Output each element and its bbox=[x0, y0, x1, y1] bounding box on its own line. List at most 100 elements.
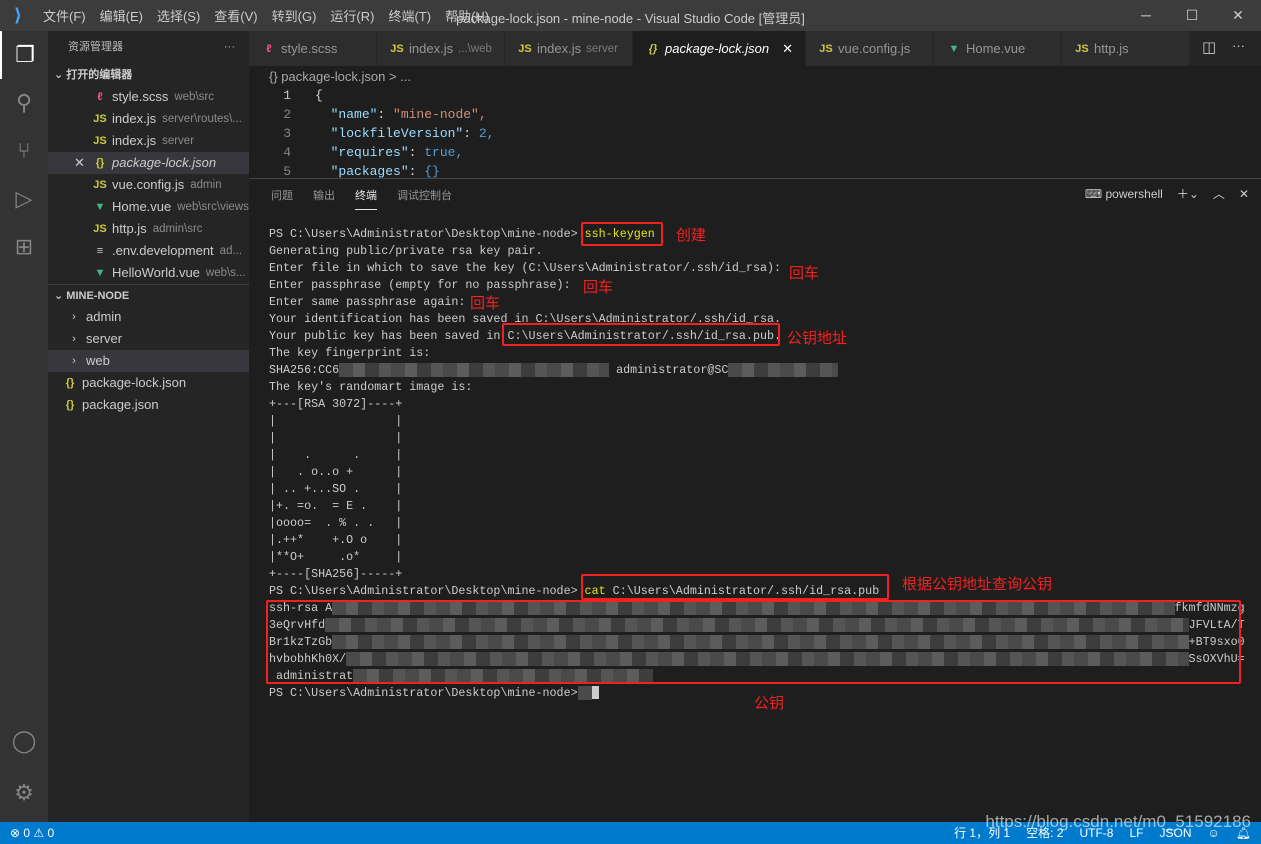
terminal-line: |.++* +.O o | bbox=[269, 533, 403, 547]
code-editor[interactable]: 1{2 "name": "mine-node", 3 "lockfileVersi… bbox=[249, 86, 1261, 178]
terminal-line: Enter passphrase (empty for no passphras… bbox=[269, 278, 571, 292]
more-actions-button[interactable]: ··· bbox=[224, 31, 235, 64]
json-file-icon: {} bbox=[65, 399, 75, 411]
tree-item[interactable]: › web bbox=[48, 350, 249, 372]
vue-file-icon: ▼ bbox=[948, 42, 960, 55]
json-file-icon: {} bbox=[95, 157, 105, 169]
more-actions-icon[interactable]: ··· bbox=[1232, 38, 1245, 53]
editor-tab[interactable]: JS index.js server bbox=[505, 31, 633, 66]
js-file-icon: JS bbox=[93, 135, 107, 147]
menu-bar: 文件(F) 编辑(E) 选择(S) 查看(V) 转到(G) 运行(R) 终端(T) 帮助(H) bbox=[36, 6, 496, 25]
json-file-icon: {} bbox=[65, 377, 75, 389]
terminal-shell-selector[interactable]: ⌨ powershell bbox=[1085, 187, 1163, 201]
tree-item[interactable]: {} package.json bbox=[48, 394, 249, 416]
panel-tab[interactable]: 问题 bbox=[271, 181, 293, 209]
vue-file-icon: ▼ bbox=[94, 267, 106, 279]
open-editor-item[interactable]: JS http.js admin\src bbox=[48, 218, 249, 240]
terminal-line: | . . | bbox=[269, 448, 403, 462]
activity-bar: ❐ ⚲ ⑂ ▷ ⊞ ◯ ⚙ bbox=[0, 31, 48, 822]
run-debug-icon[interactable]: ▷ bbox=[0, 175, 48, 223]
terminal-line: Enter same passphrase again: bbox=[269, 295, 466, 309]
problems-indicator[interactable]: ⊗ 0 ⚠ 0 bbox=[10, 822, 54, 844]
terminal-line: PS C:\Users\Administrator\Desktop\mine-n… bbox=[269, 227, 655, 241]
editor-tab[interactable]: {} package-lock.json ✕ bbox=[633, 31, 806, 66]
editor-tab[interactable]: JS vue.config.js bbox=[805, 31, 934, 66]
code-line: 1{ bbox=[283, 88, 323, 103]
menu-item[interactable]: 帮助(H) bbox=[438, 6, 496, 25]
open-editors-header[interactable]: ⌄ 打开的编辑器 bbox=[48, 64, 249, 86]
panel-tab[interactable]: 输出 bbox=[313, 181, 335, 209]
vue-file-icon: ▼ bbox=[94, 201, 106, 213]
editor-tab[interactable]: ℓ style.scss bbox=[249, 31, 377, 66]
terminal-line: | | bbox=[269, 414, 403, 428]
terminal-line: SHA256:CC6 administrator@SC bbox=[269, 362, 1245, 379]
menu-item[interactable]: 运行(R) bbox=[323, 6, 381, 25]
extensions-icon[interactable]: ⊞ bbox=[0, 223, 48, 271]
close-window-button[interactable]: ✕ bbox=[1215, 0, 1261, 31]
source-control-icon[interactable]: ⑂ bbox=[0, 127, 48, 175]
open-editor-item[interactable]: ▼ HelloWorld.vue web\s... bbox=[48, 262, 249, 284]
annotation-enter: 回车 bbox=[583, 279, 614, 296]
project-header[interactable]: ⌄ MINE-NODE bbox=[48, 284, 249, 306]
close-panel-icon[interactable]: ✕ bbox=[1239, 187, 1249, 201]
js-file-icon: JS bbox=[390, 42, 404, 55]
explorer-title: 资源管理器 bbox=[68, 41, 123, 53]
terminal-line: The key's randomart image is: bbox=[269, 380, 473, 394]
code-line: 5 "packages": {} bbox=[283, 164, 440, 178]
breadcrumb[interactable]: {} package-lock.json > ... bbox=[249, 66, 411, 88]
terminal-line: | .. +...SO . | bbox=[269, 482, 403, 496]
panel-tab[interactable]: 调试控制台 bbox=[397, 181, 452, 209]
menu-item[interactable]: 文件(F) bbox=[36, 6, 93, 25]
new-terminal-icon[interactable]: ＋⌄ bbox=[1177, 185, 1199, 202]
maximize-panel-icon[interactable]: ︿ bbox=[1213, 185, 1225, 202]
menu-item[interactable]: 查看(V) bbox=[207, 6, 264, 25]
annotation-pubkey-path: 公钥地址 bbox=[787, 330, 848, 347]
annotation-query: 根据公钥地址查询公钥 bbox=[902, 576, 1053, 593]
editor-tab[interactable]: JS http.js bbox=[1061, 31, 1190, 66]
redacted-block bbox=[339, 362, 610, 377]
menu-item[interactable]: 终端(T) bbox=[381, 6, 438, 25]
chevron-right-icon: › bbox=[72, 333, 76, 345]
redacted-block bbox=[728, 362, 839, 377]
account-icon[interactable]: ◯ bbox=[0, 717, 48, 765]
code-line: 4 "requires": true, bbox=[283, 145, 464, 160]
annotation-enter: 回车 bbox=[470, 295, 501, 312]
tree-item[interactable]: › server bbox=[48, 328, 249, 350]
search-icon[interactable]: ⚲ bbox=[0, 79, 48, 127]
menu-item[interactable]: 编辑(E) bbox=[93, 6, 150, 25]
redacted-block bbox=[577, 685, 592, 700]
code-line: 2 "name": "mine-node", bbox=[283, 107, 487, 122]
open-editor-item[interactable]: ≡ .env.development ad... bbox=[48, 240, 249, 262]
settings-gear-icon[interactable]: ⚙ bbox=[0, 769, 48, 817]
editor-tab[interactable]: JS index.js ...\web bbox=[377, 31, 505, 66]
editor-tab[interactable]: ▼ Home.vue bbox=[933, 31, 1062, 66]
maximize-button[interactable]: ☐ bbox=[1169, 0, 1215, 31]
terminal-line: | | bbox=[269, 431, 403, 445]
open-editor-item[interactable]: JS index.js server bbox=[48, 130, 249, 152]
terminal-cursor bbox=[591, 686, 599, 700]
annotation-box-pubkey-path bbox=[502, 323, 780, 346]
files-icon[interactable]: ❐ bbox=[0, 31, 48, 79]
json-file-icon: {} bbox=[648, 42, 658, 55]
close-tab-icon[interactable]: ✕ bbox=[782, 41, 793, 57]
js-file-icon: JS bbox=[93, 223, 107, 235]
menu-item[interactable]: 转到(G) bbox=[265, 6, 324, 25]
open-editor-item[interactable]: ℓ style.scss web\src bbox=[48, 86, 249, 108]
terminal-line: |oooo= . % . . | bbox=[269, 516, 403, 530]
tree-item[interactable]: {} package-lock.json bbox=[48, 372, 249, 394]
js-file-icon: JS bbox=[1075, 42, 1089, 55]
split-editor-icon[interactable]: ◫ bbox=[1202, 38, 1216, 56]
menu-item[interactable]: 选择(S) bbox=[150, 6, 207, 25]
minimize-button[interactable]: ─ bbox=[1123, 0, 1169, 31]
panel-tab[interactable]: 终端 bbox=[355, 181, 377, 210]
tree-item[interactable]: › admin bbox=[48, 306, 249, 328]
open-editor-item[interactable]: JS index.js server\routes\... bbox=[48, 108, 249, 130]
open-editor-item[interactable]: ▼ Home.vue web\src\views bbox=[48, 196, 249, 218]
watermark: https://blog.csdn.net/m0_51592186 bbox=[985, 812, 1251, 831]
open-editor-item[interactable]: JS vue.config.js admin bbox=[48, 174, 249, 196]
open-editors-list: ℓ style.scss web\src JS index.js server\route… bbox=[48, 86, 249, 284]
close-icon[interactable]: ✕ bbox=[74, 152, 92, 174]
js-file-icon: JS bbox=[819, 42, 833, 55]
open-editor-item[interactable]: ✕{} package-lock.json bbox=[48, 152, 249, 174]
js-file-icon: JS bbox=[93, 113, 107, 125]
